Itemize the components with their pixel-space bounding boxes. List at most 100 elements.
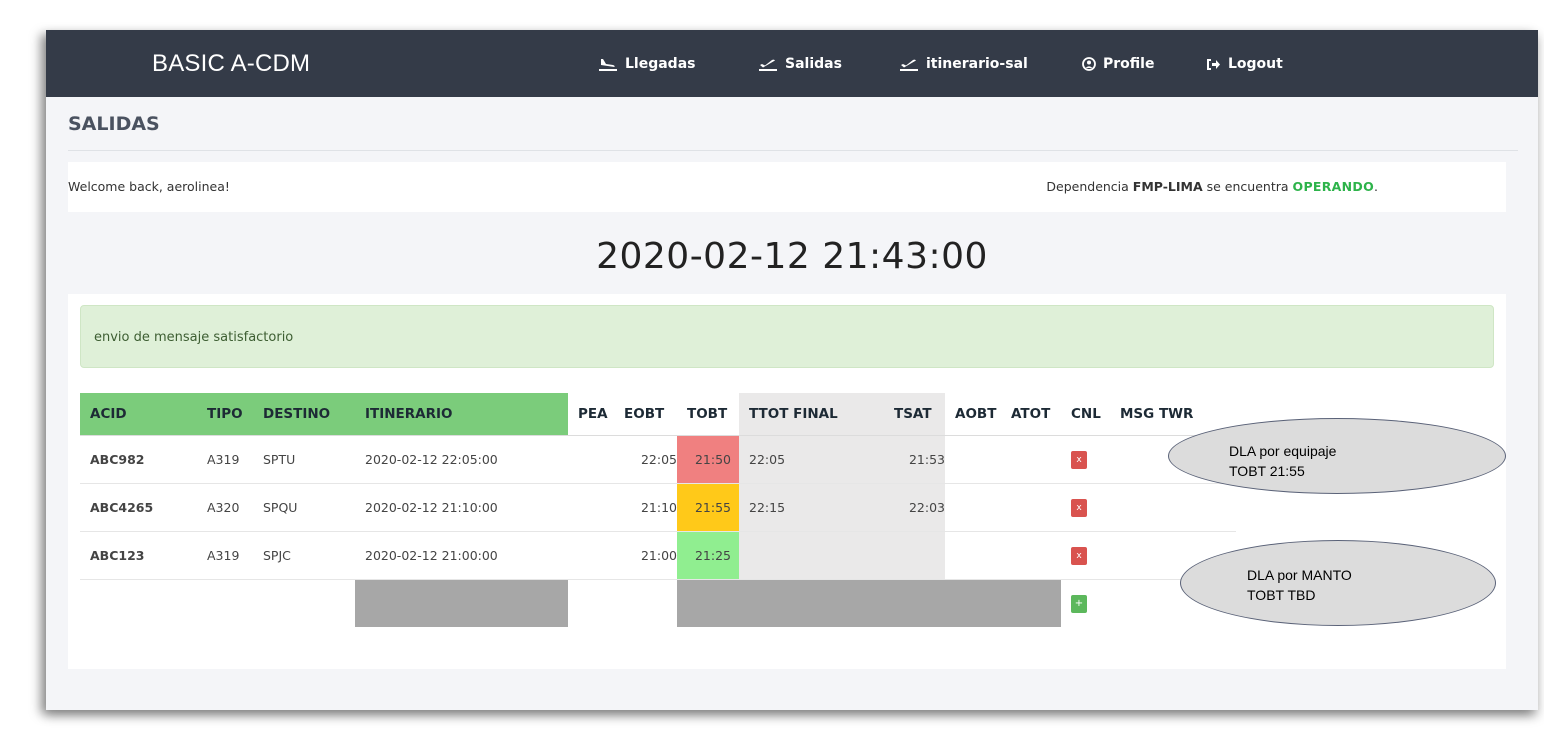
ttot-final-cell: 22:15 bbox=[739, 483, 884, 532]
eobt-cell: 22:05 bbox=[614, 435, 677, 484]
eobt-cell: 21:10 bbox=[614, 483, 677, 532]
new-entry-row: + bbox=[80, 579, 1236, 627]
success-alert-text: envio de mensaje satisfactorio bbox=[94, 330, 294, 345]
destino-cell: SPQU bbox=[253, 483, 355, 532]
col-header-atot[interactable]: ATOT bbox=[1001, 393, 1061, 436]
acid-cell[interactable]: ABC982 bbox=[80, 435, 197, 484]
callout-line: TOBT 21:55 bbox=[1229, 463, 1305, 479]
ttot-input[interactable] bbox=[739, 579, 884, 627]
acid-cell[interactable]: ABC4265 bbox=[80, 483, 197, 532]
aobt-input[interactable] bbox=[945, 579, 1001, 627]
acid-cell[interactable]: ABC123 bbox=[80, 531, 197, 580]
pea-cell bbox=[568, 531, 614, 580]
sign-out-icon bbox=[1206, 58, 1221, 71]
col-header-acid[interactable]: ACID bbox=[80, 393, 197, 436]
welcome-message: Welcome back, aerolinea! bbox=[68, 179, 230, 194]
nav-salidas[interactable]: Salidas bbox=[758, 54, 842, 74]
table-row: ABC123 A319 SPJC 2020-02-12 21:00:00 21:… bbox=[80, 531, 1236, 580]
tsat-input[interactable] bbox=[884, 579, 945, 627]
empty-cell bbox=[614, 579, 677, 627]
atot-cell bbox=[1001, 435, 1061, 484]
brand-logo[interactable]: BASIC A-CDM bbox=[152, 50, 310, 78]
dependency-middle: se encuentra bbox=[1206, 179, 1289, 194]
destino-cell: SPTU bbox=[253, 435, 355, 484]
itinerario-cell: 2020-02-12 21:00:00 bbox=[355, 531, 568, 580]
dependency-status-text: Dependencia FMP-LIMA se encuentra OPERAN… bbox=[1046, 179, 1378, 194]
cancel-button[interactable]: x bbox=[1071, 499, 1087, 517]
cnl-cell: x bbox=[1061, 483, 1110, 532]
col-header-tipo[interactable]: TIPO bbox=[197, 393, 253, 436]
dependency-name: FMP-LIMA bbox=[1132, 179, 1203, 194]
plane-arrival-icon bbox=[598, 57, 618, 71]
tipo-cell: A319 bbox=[197, 531, 253, 580]
col-header-tsat[interactable]: TSAT bbox=[884, 393, 945, 436]
nav-llegadas-label: Llegadas bbox=[625, 56, 696, 72]
col-header-cnl[interactable]: CNL bbox=[1061, 393, 1110, 436]
eobt-cell: 21:00 bbox=[614, 531, 677, 580]
user-circle-icon bbox=[1082, 57, 1096, 71]
callout-line: TOBT TBD bbox=[1247, 587, 1316, 603]
nav-profile-label: Profile bbox=[1103, 56, 1155, 72]
callout-line: DLA por MANTO bbox=[1247, 567, 1352, 583]
dependency-prefix: Dependencia bbox=[1046, 179, 1129, 194]
tsat-cell: 21:53 bbox=[884, 435, 945, 484]
itinerario-cell: 2020-02-12 22:05:00 bbox=[355, 435, 568, 484]
col-header-aobt[interactable]: AOBT bbox=[945, 393, 1001, 436]
nav-logout[interactable]: Logout bbox=[1206, 54, 1283, 74]
col-header-ttot-final[interactable]: TTOT FINAL bbox=[739, 393, 884, 436]
tipo-cell: A320 bbox=[197, 483, 253, 532]
cnl-cell: + bbox=[1061, 579, 1110, 627]
col-header-pea[interactable]: PEA bbox=[568, 393, 614, 436]
col-header-itinerario[interactable]: ITINERARIO bbox=[355, 393, 568, 436]
title-divider bbox=[68, 150, 1518, 151]
cancel-button[interactable]: x bbox=[1071, 547, 1087, 565]
clock-display: 2020-02-12 21:43:00 bbox=[596, 236, 988, 277]
add-flight-button[interactable]: + bbox=[1071, 595, 1087, 613]
tobt-cell[interactable]: 21:55 bbox=[677, 483, 739, 532]
cancel-button[interactable]: x bbox=[1071, 451, 1087, 469]
table-row: ABC982 A319 SPTU 2020-02-12 22:05:00 22:… bbox=[80, 435, 1236, 484]
col-header-eobt[interactable]: EOBT bbox=[614, 393, 677, 436]
table-header-row: ACID TIPO DESTINO ITINERARIO PEA EOBT TO… bbox=[80, 393, 1236, 436]
atot-cell bbox=[1001, 531, 1061, 580]
col-header-destino[interactable]: DESTINO bbox=[253, 393, 355, 436]
cnl-cell: x bbox=[1061, 435, 1110, 484]
tobt-cell[interactable]: 21:50 bbox=[677, 435, 739, 484]
atot-cell bbox=[1001, 483, 1061, 532]
dependency-status: OPERANDO bbox=[1292, 179, 1375, 194]
tipo-cell: A319 bbox=[197, 435, 253, 484]
nav-logout-label: Logout bbox=[1228, 56, 1283, 72]
col-header-tobt[interactable]: TOBT bbox=[677, 393, 739, 436]
aobt-cell bbox=[945, 435, 1001, 484]
aobt-cell bbox=[945, 531, 1001, 580]
itinerario-cell: 2020-02-12 21:10:00 bbox=[355, 483, 568, 532]
callout-line: DLA por equipaje bbox=[1229, 443, 1337, 459]
itinerario-input[interactable] bbox=[355, 579, 568, 627]
empty-cell bbox=[80, 579, 197, 627]
plane-departure-icon bbox=[899, 57, 919, 71]
pea-cell bbox=[568, 483, 614, 532]
tobt-input[interactable] bbox=[677, 579, 739, 627]
nav-itinerario-sal-label: itinerario-sal bbox=[926, 56, 1028, 72]
aobt-cell bbox=[945, 483, 1001, 532]
nav-llegadas[interactable]: Llegadas bbox=[598, 54, 696, 74]
ttot-final-cell bbox=[739, 531, 884, 580]
pea-cell bbox=[568, 435, 614, 484]
destino-cell: SPJC bbox=[253, 531, 355, 580]
callout-annotation: DLA por equipaje TOBT 21:55 bbox=[1168, 418, 1506, 494]
table-row: ABC4265 A320 SPQU 2020-02-12 21:10:00 21… bbox=[80, 483, 1236, 532]
tobt-cell[interactable]: 21:25 bbox=[677, 531, 739, 580]
atot-input[interactable] bbox=[1001, 579, 1061, 627]
empty-cell bbox=[253, 579, 355, 627]
msg-twr-cell bbox=[1110, 483, 1236, 532]
tsat-cell: 22:03 bbox=[884, 483, 945, 532]
navbar: BASIC A-CDM Llegadas Salidas itinerario-… bbox=[46, 30, 1538, 97]
success-alert: envio de mensaje satisfactorio bbox=[80, 305, 1494, 368]
ttot-final-cell: 22:05 bbox=[739, 435, 884, 484]
empty-cell bbox=[568, 579, 614, 627]
departures-table: ACID TIPO DESTINO ITINERARIO PEA EOBT TO… bbox=[80, 393, 1236, 627]
tsat-cell bbox=[884, 531, 945, 580]
nav-itinerario-sal[interactable]: itinerario-sal bbox=[899, 54, 1028, 74]
cnl-cell: x bbox=[1061, 531, 1110, 580]
nav-profile[interactable]: Profile bbox=[1082, 54, 1154, 74]
